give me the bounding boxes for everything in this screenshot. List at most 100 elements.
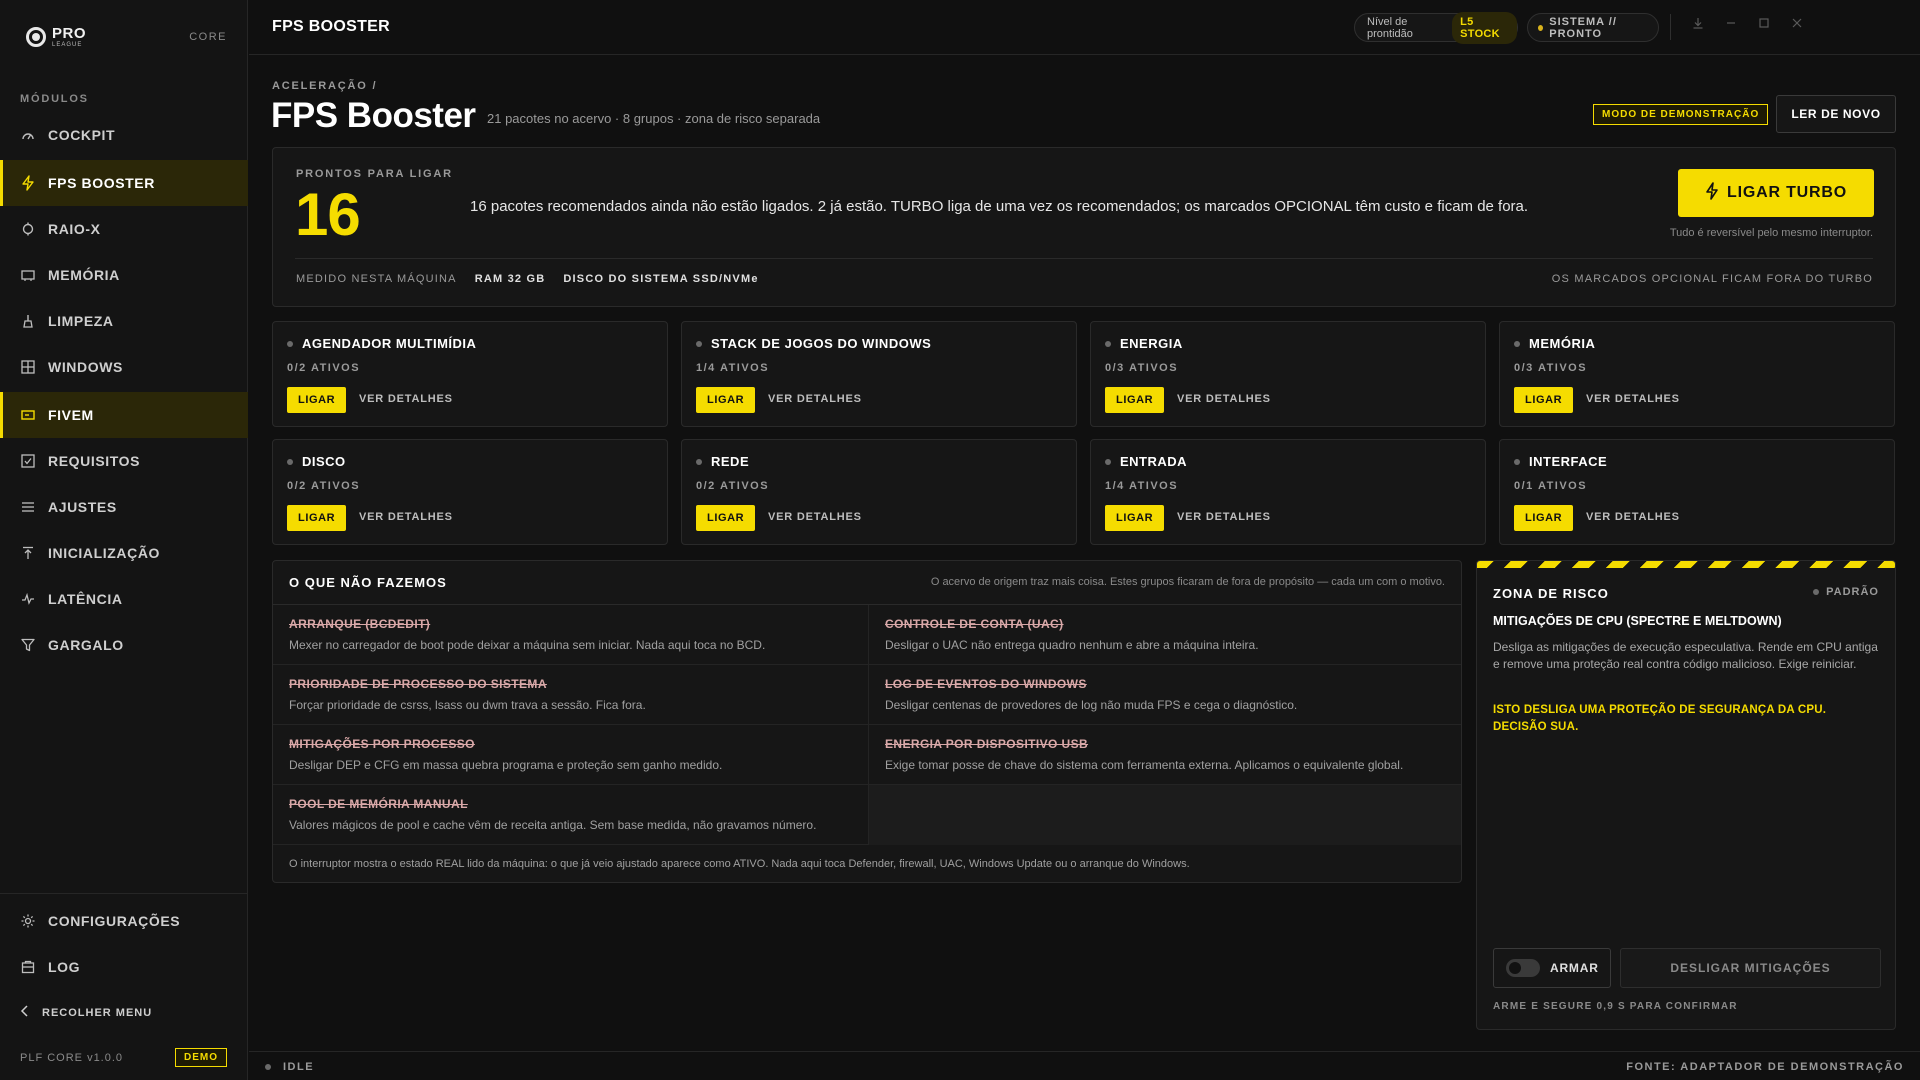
sidebar-item-label: LIMPEZA: [48, 313, 114, 329]
sidebar-item-label: INICIALIZAÇÃO: [48, 545, 161, 561]
excluded-item: MITIGAÇÕES POR PROCESSO Desligar DEP e C…: [273, 725, 868, 785]
sidebar-item-ajustes[interactable]: AJUSTES: [0, 484, 248, 530]
breadcrumb: ACELERAÇÃO /: [272, 80, 378, 92]
turbo-button-label: LIGAR TURBO: [1727, 184, 1847, 201]
gamepad-icon: [20, 407, 36, 423]
excluded-item-desc: Exige tomar posse de chave do sistema co…: [885, 758, 1404, 772]
sidebar-item-inicializacao[interactable]: INICIALIZAÇÃO: [0, 530, 248, 576]
status-dot-icon: [696, 458, 702, 465]
group-on-button[interactable]: LIGAR: [1514, 505, 1574, 531]
sidebar-item-requisitos[interactable]: REQUISITOS: [0, 438, 248, 484]
excluded-item: ENERGIA POR DISPOSITIVO USB Exige tomar …: [868, 725, 1461, 785]
risk-state: PADRÃO: [1813, 586, 1879, 598]
status-dot-icon: [1813, 589, 1820, 595]
excluded-item-desc: Desligar o UAC não entrega quadro nenhum…: [885, 638, 1259, 652]
maximize-icon[interactable]: [1756, 17, 1772, 33]
sidebar-item-label: LATÊNCIA: [48, 591, 123, 607]
sidebar-item-windows[interactable]: WINDOWS: [0, 344, 248, 390]
not-doing-panel: O QUE NÃO FAZEMOS O acervo de origem tra…: [272, 560, 1462, 883]
group-details-link[interactable]: VER DETALHES: [1586, 393, 1680, 405]
ready-label: PRONTOS PARA LIGAR: [296, 168, 453, 180]
group-card: STACK DE JOGOS DO WINDOWS 1/4 ATIVOS LIGAR…: [681, 321, 1077, 427]
group-name-label: ENTRADA: [1120, 454, 1188, 469]
bolt-icon: [20, 175, 36, 191]
close-icon[interactable]: [1789, 17, 1805, 33]
group-on-button[interactable]: LIGAR: [287, 505, 347, 531]
sidebar-item-gargalo[interactable]: GARGALO: [0, 622, 248, 668]
group-active-count: 1/4 ATIVOS: [696, 362, 770, 374]
hazard-stripe: [1477, 561, 1895, 568]
sidebar-item-limpeza[interactable]: LIMPEZA: [0, 298, 248, 344]
minimize-icon[interactable]: [1723, 17, 1739, 33]
group-details-link[interactable]: VER DETALHES: [359, 393, 453, 405]
excluded-item-title: ARRANQUE (BCDEDIT): [289, 617, 431, 631]
group-details-link[interactable]: VER DETALHES: [1177, 393, 1271, 405]
group-on-button[interactable]: LIGAR: [696, 505, 756, 531]
group-active-count: 0/2 ATIVOS: [696, 480, 770, 492]
status-dot-icon: [265, 1064, 271, 1070]
bolt-icon: [1705, 181, 1719, 205]
sidebar-item-fps-booster[interactable]: FPS BOOSTER: [0, 160, 248, 206]
excluded-item: ARRANQUE (BCDEDIT) Mexer no carregador d…: [273, 605, 868, 665]
group-details-link[interactable]: VER DETALHES: [1586, 511, 1680, 523]
not-doing-title: O QUE NÃO FAZEMOS: [289, 575, 447, 590]
group-on-button[interactable]: LIGAR: [1105, 387, 1165, 413]
status-state: IDLE: [265, 1061, 314, 1073]
group-card: ENERGIA 0/3 ATIVOS LIGAR VER DETALHES: [1090, 321, 1486, 427]
group-details-link[interactable]: VER DETALHES: [1177, 511, 1271, 523]
disable-mitigations-button[interactable]: DESLIGAR MITIGAÇÕES: [1620, 948, 1881, 988]
sidebar-item-cockpit[interactable]: COCKPIT: [0, 112, 248, 158]
sidebar-item-log[interactable]: LOG: [0, 944, 248, 990]
excluded-item-title: PRIORIDADE DE PROCESSO DO SISTEMA: [289, 677, 547, 691]
group-name: DISCO: [287, 454, 346, 469]
excluded-item: LOG DE EVENTOS DO WINDOWS Desligar cente…: [868, 665, 1461, 725]
collapse-menu-button[interactable]: RECOLHER MENU: [20, 1005, 152, 1020]
reread-button[interactable]: LER DE NOVO: [1776, 95, 1896, 133]
gauge-icon: [20, 127, 36, 143]
group-name: REDE: [696, 454, 749, 469]
group-name-label: AGENDADOR MULTIMÍDIA: [302, 336, 477, 351]
excluded-item: POOL DE MEMÓRIA MANUAL Valores mágicos d…: [273, 785, 868, 845]
readiness-label: Nível de prontidão: [1367, 15, 1413, 40]
funnel-icon: [20, 637, 36, 653]
group-details-link[interactable]: VER DETALHES: [768, 393, 862, 405]
not-doing-footer: O interruptor mostra o estado REAL lido …: [289, 858, 1190, 870]
sidebar-item-memoria[interactable]: MEMÓRIA: [0, 252, 248, 298]
sidebar-nav: COCKPIT FPS BOOSTER RAIO-X MEMÓRIA LIMPE…: [0, 112, 248, 668]
status-dot-icon: [696, 340, 702, 347]
readiness-pill: Nível de prontidão L5 STOCK: [1354, 11, 1518, 44]
download-icon[interactable]: [1690, 17, 1706, 33]
excluded-item: PRIORIDADE DE PROCESSO DO SISTEMA Forçar…: [273, 665, 868, 725]
sidebar-item-fivem[interactable]: FIVEM: [0, 392, 248, 438]
group-name-label: STACK DE JOGOS DO WINDOWS: [711, 336, 932, 351]
memory-icon: [20, 267, 36, 283]
group-on-button[interactable]: LIGAR: [1105, 505, 1165, 531]
turbo-button[interactable]: LIGAR TURBO: [1678, 169, 1874, 217]
sidebar-item-label: FPS BOOSTER: [48, 175, 155, 191]
group-name-label: INTERFACE: [1529, 454, 1608, 469]
arm-toggle[interactable]: ARMAR: [1493, 948, 1611, 988]
demo-badge: DEMO: [175, 1048, 227, 1067]
sidebar-item-latencia[interactable]: LATÊNCIA: [0, 576, 248, 622]
group-details-link[interactable]: VER DETALHES: [768, 511, 862, 523]
risk-subtitle: MITIGAÇÕES DE CPU (SPECTRE E MELTDOWN): [1493, 614, 1782, 628]
group-on-button[interactable]: LIGAR: [1514, 387, 1574, 413]
group-on-button[interactable]: LIGAR: [287, 387, 347, 413]
logo-icon: [26, 27, 46, 47]
group-on-button[interactable]: LIGAR: [696, 387, 756, 413]
sidebar-item-raio-x[interactable]: RAIO-X: [0, 206, 248, 252]
checkbox-icon: [20, 453, 36, 469]
group-name: ENTRADA: [1105, 454, 1187, 469]
system-status-pill: SISTEMA // PRONTO: [1527, 13, 1659, 42]
collapse-menu-label: RECOLHER MENU: [42, 1006, 153, 1019]
group-card: REDE 0/2 ATIVOS LIGAR VER DETALHES: [681, 439, 1077, 545]
group-details-link[interactable]: VER DETALHES: [359, 511, 453, 523]
status-dot-icon: [287, 340, 293, 347]
toggle-switch[interactable]: [1506, 959, 1540, 977]
chevron-left-icon: [20, 1005, 28, 1020]
group-active-count: 1/4 ATIVOS: [1105, 480, 1179, 492]
status-dot-icon: [1105, 458, 1111, 465]
sidebar-item-configuracoes[interactable]: CONFIGURAÇÕES: [0, 898, 248, 944]
sidebar-item-label: FIVEM: [48, 407, 94, 423]
demo-mode-badge: MODO DE DEMONSTRAÇÃO: [1593, 104, 1769, 125]
